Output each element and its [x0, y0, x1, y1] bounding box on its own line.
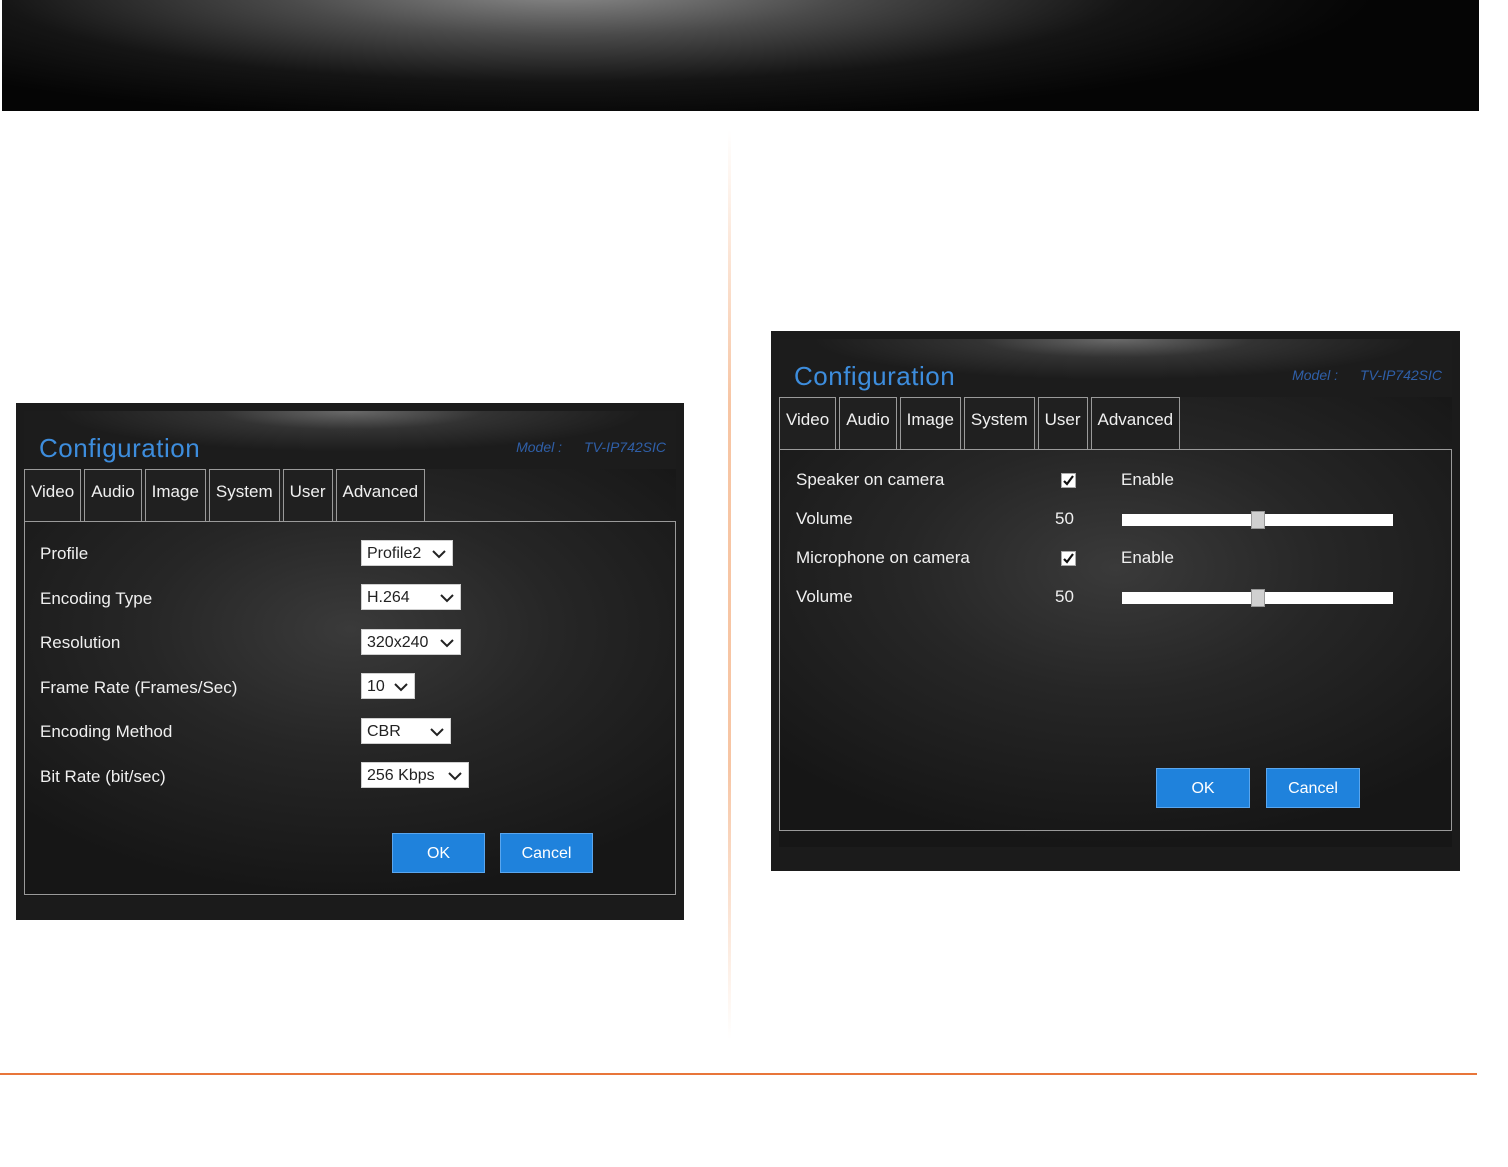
checkmark-icon: [1063, 553, 1074, 564]
tab-advanced[interactable]: Advanced: [1090, 397, 1181, 449]
tab-audio[interactable]: Audio: [839, 397, 897, 449]
microphone-volume-value: 50: [1055, 587, 1074, 606]
chevron-down-icon: [440, 639, 454, 648]
tab-image[interactable]: Image: [899, 397, 961, 449]
frame-rate-select[interactable]: 10: [361, 673, 415, 699]
ok-button[interactable]: OK: [392, 833, 485, 873]
microphone-volume-slider[interactable]: [1122, 589, 1393, 607]
bit-rate-label: Bit Rate (bit/sec): [40, 767, 166, 786]
chevron-down-icon: [432, 550, 446, 559]
tab-image[interactable]: Image: [144, 469, 206, 521]
checkmark-icon: [1063, 475, 1074, 486]
bit-rate-value: 256 Kbps: [367, 767, 435, 784]
tab-system[interactable]: System: [963, 397, 1035, 449]
frame-rate-value: 10: [367, 678, 385, 695]
chevron-down-icon: [430, 728, 444, 737]
encoding-method-select[interactable]: CBR: [361, 718, 451, 744]
encoding-method-label: Encoding Method: [40, 722, 173, 741]
profile-select[interactable]: Profile2: [361, 540, 453, 566]
model-value: TV-IP742SIC: [1360, 367, 1442, 383]
slider-thumb[interactable]: [1251, 589, 1265, 607]
config-header: Configuration Model : TV-IP742SIC: [779, 339, 1452, 397]
tab-advanced[interactable]: Advanced: [335, 469, 426, 521]
bit-rate-select[interactable]: 256 Kbps: [361, 762, 469, 788]
center-divider: [728, 130, 731, 1040]
microphone-enable-checkbox[interactable]: [1061, 551, 1076, 566]
config-header: Configuration Model : TV-IP742SIC: [24, 411, 676, 469]
config-inner: Configuration Model : TV-IP742SIC Video A…: [24, 411, 676, 896]
resolution-label: Resolution: [40, 633, 121, 652]
encoding-type-label: Encoding Type: [40, 589, 153, 608]
encoding-type-select[interactable]: H.264: [361, 584, 461, 610]
chevron-down-icon: [448, 772, 462, 781]
config-title: Configuration: [794, 361, 956, 391]
resolution-select[interactable]: 320x240: [361, 629, 461, 655]
profile-value: Profile2: [367, 545, 422, 562]
speaker-enable-label: Enable: [1121, 470, 1174, 489]
cancel-button[interactable]: Cancel: [1266, 768, 1360, 808]
tab-system[interactable]: System: [208, 469, 280, 521]
config-tabs: Video Audio Image System User Advanced: [779, 397, 1183, 449]
model-label: Model :: [1292, 367, 1339, 383]
encoding-type-value: H.264: [367, 589, 410, 606]
tab-video[interactable]: Video: [779, 397, 837, 449]
top-banner: [2, 0, 1479, 111]
tab-video[interactable]: Video: [24, 469, 82, 521]
tab-user[interactable]: User: [1037, 397, 1088, 449]
chevron-down-icon: [440, 594, 454, 603]
video-config-window: Configuration Model : TV-IP742SIC Video A…: [16, 403, 684, 920]
ok-button[interactable]: OK: [1156, 768, 1250, 808]
video-settings-panel: Profile Profile2 Encoding Type H.264 Res…: [24, 521, 676, 895]
encoding-method-value: CBR: [367, 723, 401, 740]
microphone-enable-label: Enable: [1121, 548, 1174, 567]
config-title: Configuration: [39, 433, 201, 463]
microphone-volume-label: Volume: [796, 587, 853, 606]
model-info: Model : TV-IP742SIC: [1292, 367, 1442, 383]
microphone-label: Microphone on camera: [796, 548, 970, 567]
cancel-button[interactable]: Cancel: [500, 833, 593, 873]
slider-thumb[interactable]: [1251, 511, 1265, 529]
model-info: Model : TV-IP742SIC: [516, 439, 666, 455]
resolution-value: 320x240: [367, 634, 429, 651]
frame-rate-label: Frame Rate (Frames/Sec): [40, 678, 238, 697]
profile-label: Profile: [40, 544, 89, 563]
audio-config-window: Configuration Model : TV-IP742SIC Video A…: [771, 331, 1460, 871]
speaker-label: Speaker on camera: [796, 470, 945, 489]
tab-user[interactable]: User: [282, 469, 333, 521]
footer-line: [0, 1073, 1477, 1075]
config-inner: Configuration Model : TV-IP742SIC Video A…: [779, 339, 1452, 847]
model-label: Model :: [516, 439, 563, 455]
chevron-down-icon: [394, 683, 408, 692]
speaker-enable-checkbox[interactable]: [1061, 473, 1076, 488]
model-value: TV-IP742SIC: [584, 439, 666, 455]
audio-settings-panel: Speaker on camera Enable Volume 50 Micro…: [779, 449, 1452, 831]
config-tabs: Video Audio Image System User Advanced: [24, 469, 428, 521]
tab-audio[interactable]: Audio: [84, 469, 142, 521]
speaker-volume-slider[interactable]: [1122, 511, 1393, 529]
speaker-volume-label: Volume: [796, 509, 853, 528]
speaker-volume-value: 50: [1055, 509, 1074, 528]
